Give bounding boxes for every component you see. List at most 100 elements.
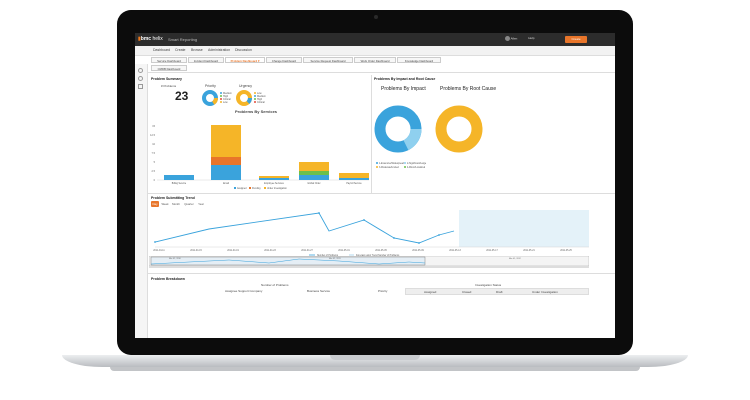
bar-payroll-investigation[interactable]: [339, 173, 369, 178]
status-col-draft[interactable]: Draft: [496, 290, 503, 294]
home-icon[interactable]: [138, 68, 143, 73]
bar-billing-assigned[interactable]: [164, 175, 194, 180]
bar-employee-assigned[interactable]: [259, 178, 289, 180]
breakdown-col-service[interactable]: Business Service: [307, 289, 330, 293]
tab-knowledge-dashboard[interactable]: Knowledge Dashboard: [397, 57, 441, 63]
brand-logo[interactable]: ▮bmc helix: [138, 36, 163, 42]
impact-legend-0: 1-Extensive/Widespread: [379, 162, 405, 165]
breakdown-col-company[interactable]: Assignee Support Company: [225, 289, 262, 293]
status-col-assigned[interactable]: Assigned: [424, 290, 436, 294]
legend-swatch: [264, 187, 266, 189]
navigator-scrollbar[interactable]: [149, 266, 589, 268]
rootcause-donut[interactable]: [435, 105, 483, 153]
trend-navigator[interactable]: Mar 01, 2010 Mar 01, 2011 Mar 01, 2012: [149, 256, 589, 268]
menu-dashboard[interactable]: Dashboard: [153, 48, 170, 52]
bar-email-pending[interactable]: [211, 157, 241, 165]
tab-service-request-dashboard[interactable]: Service Request Dashboard: [303, 57, 353, 63]
trend-point[interactable]: [154, 241, 156, 243]
trend-point[interactable]: [438, 234, 440, 236]
problems-count-label: # Problems: [161, 84, 177, 88]
user-menu[interactable]: Allen Help: [505, 36, 534, 41]
legend-investigation: Under Investigation: [267, 187, 288, 190]
x-tick: 2011-04-23: [264, 250, 276, 252]
bar-global-green[interactable]: [299, 171, 329, 175]
x-tick: 2011-05-13: [449, 250, 461, 252]
tab-change-dashboard[interactable]: Change Dashboard: [266, 57, 302, 63]
y-tick: 7.5: [152, 152, 156, 155]
breakdown-col-priority[interactable]: Priority: [378, 289, 387, 293]
range-day-button[interactable]: Day: [151, 201, 159, 207]
x-tick: 2011-05-09: [412, 250, 424, 252]
x-tick: 2011-04-19: [227, 250, 239, 252]
legend-dot: [376, 162, 378, 164]
menu-create[interactable]: Create: [175, 48, 186, 52]
camera-icon: [374, 15, 378, 19]
range-month-button[interactable]: Month: [171, 201, 181, 207]
trend-point[interactable]: [393, 237, 395, 239]
services-chart-title: Problems By Services: [235, 109, 278, 114]
legend-dot: [404, 166, 406, 168]
impact-chart-title: Problems By Impact: [381, 86, 426, 92]
nav-label-1: Mar 01, 2011: [329, 258, 342, 260]
breakdown-title: Problem Breakdown: [151, 277, 185, 281]
bar-email-investigation[interactable]: [211, 125, 241, 157]
range-week-button[interactable]: Week: [161, 201, 169, 207]
status-col-investigation[interactable]: Under Investigation: [532, 290, 558, 294]
dashboard-tabs: Service Dashboard Incident Dashboard Pro…: [149, 56, 615, 64]
bar-global-assigned[interactable]: [299, 175, 329, 180]
bar-payroll-assigned[interactable]: [339, 178, 369, 180]
trend-point[interactable]: [363, 219, 365, 221]
x-tick: Email: [223, 183, 229, 185]
tab-service-dashboard[interactable]: Service Dashboard: [151, 57, 187, 63]
priority-legend-3: Low: [223, 101, 228, 104]
tab-cmdb-dashboard[interactable]: CMDB Dashboard: [151, 65, 187, 71]
status-col-closed[interactable]: Closed: [462, 290, 471, 294]
impact-section-title: Problems By Impact and Root Cause: [374, 77, 436, 81]
legend-dot: [254, 98, 256, 100]
trend-series-line[interactable]: [154, 212, 455, 244]
trend-point[interactable]: [418, 242, 420, 244]
circle-icon[interactable]: [138, 76, 143, 81]
priority-urgency-donuts: Medium High Critical Low Low Medium High…: [202, 90, 266, 106]
avatar: [505, 36, 510, 41]
impact-rootcause-donuts: 1-Extensive/Widespread 2-Significant/Lar…: [374, 105, 483, 169]
legend-dot: [220, 98, 222, 100]
legend-dot: [220, 92, 222, 94]
tab-problem-dashboard[interactable]: Problem Dashboard ▾: [225, 57, 265, 63]
bar-global-investigation[interactable]: [299, 162, 329, 171]
menu-discussion[interactable]: Discussion: [235, 48, 252, 52]
left-sidebar: [135, 64, 148, 338]
tab-work-order-dashboard[interactable]: Work Order Dashboard: [354, 57, 396, 63]
trend-title: Problem Submitting Trend: [151, 196, 195, 200]
menu-administration[interactable]: Administration: [208, 48, 230, 52]
range-year-button[interactable]: Year: [197, 201, 205, 207]
x-tick: Global Order: [307, 182, 320, 185]
problems-count: 23: [175, 89, 189, 103]
legend-dot: [376, 166, 378, 168]
x-tick: 2011-05-01: [338, 250, 350, 252]
x-tick: 2011-04-15: [190, 250, 202, 252]
tab-incident-dashboard[interactable]: Incident Dashboard: [188, 57, 224, 63]
legend-dot: [220, 101, 222, 103]
legend-pending: Pending: [252, 188, 261, 190]
impact-legend-1: 2-Significant/Large: [407, 162, 427, 165]
app-screen: ▮bmc helix Smart Reporting Allen Help Cr…: [135, 33, 615, 338]
range-quarter-button[interactable]: Quarter: [183, 201, 195, 207]
create-button[interactable]: Create: [565, 36, 587, 43]
y-tick: 15: [152, 125, 155, 128]
grid-icon[interactable]: [138, 84, 143, 89]
nav-label-2: Mar 01, 2012: [509, 258, 522, 260]
main-menu: Dashboard Create Browse Administration D…: [135, 46, 615, 56]
x-tick: 2011-05-21: [523, 250, 535, 252]
menu-browse[interactable]: Browse: [191, 48, 203, 52]
y-tick: 2.5: [152, 170, 156, 173]
urgency-legend-3: Critical: [257, 101, 265, 104]
trend-point[interactable]: [318, 212, 320, 214]
bar-employee-investigation[interactable]: [259, 176, 289, 178]
y-tick: 0: [154, 179, 156, 182]
bar-email-assigned[interactable]: [211, 165, 241, 180]
breakdown-status-label: Investigation Status: [475, 283, 502, 287]
y-tick: 12.5: [150, 134, 155, 137]
impact-legend-3: 4-Minor/Localized: [407, 166, 426, 169]
top-bar: ▮bmc helix Smart Reporting Allen Help Cr…: [135, 33, 615, 46]
